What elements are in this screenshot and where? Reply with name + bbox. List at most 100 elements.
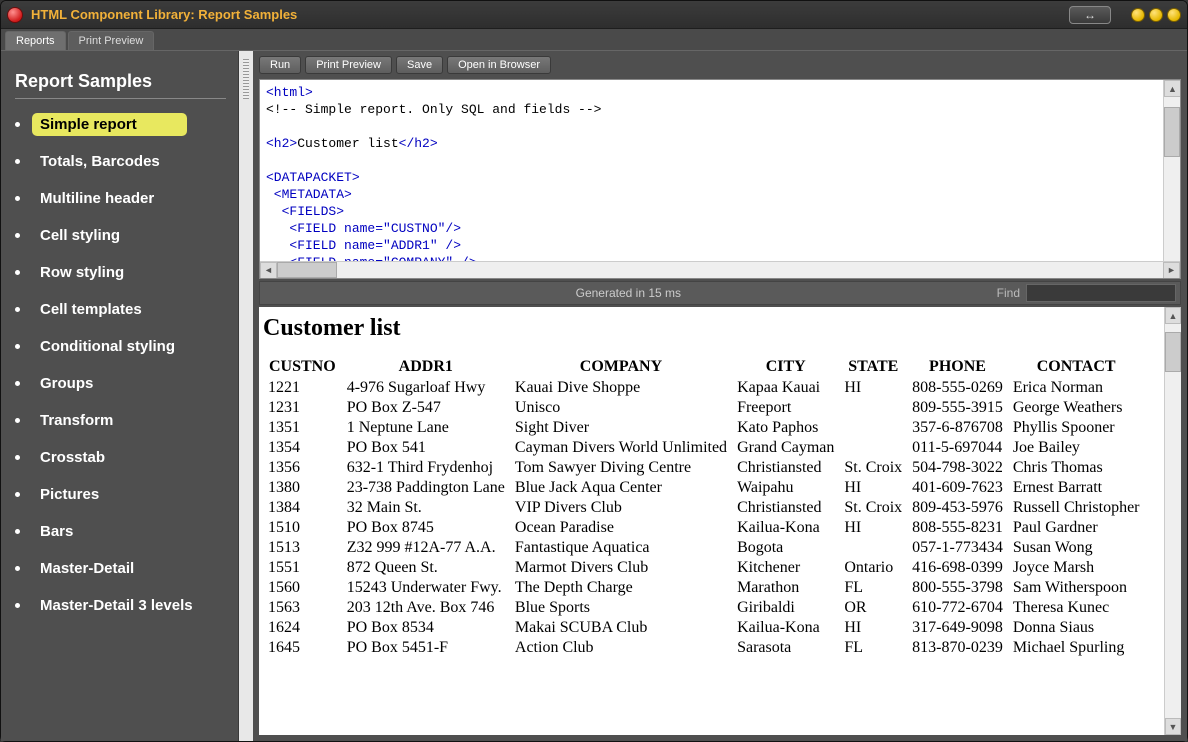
titlebar[interactable]: HTML Component Library: Report Samples ↔ <box>1 1 1187 29</box>
expand-button[interactable]: ↔ <box>1069 6 1111 24</box>
column-header: COMPANY <box>510 356 732 378</box>
sidebar-item[interactable]: Conditional styling <box>15 335 226 358</box>
table-row: 1513Z32 999 #12A-77 A.A.Fantastique Aqua… <box>263 538 1145 558</box>
cell: Tom Sawyer Diving Centre <box>510 458 732 478</box>
scroll-down-icon[interactable]: ▼ <box>1165 718 1181 735</box>
cell: 800-555-3798 <box>907 578 1008 598</box>
cell: Erica Norman <box>1008 378 1145 398</box>
sidebar-item[interactable]: Groups <box>15 372 226 395</box>
cell: Ontario <box>839 558 907 578</box>
vscroll-thumb[interactable] <box>1164 107 1180 157</box>
cell: Blue Sports <box>510 598 732 618</box>
code-editor[interactable]: <html> <!-- Simple report. Only SQL and … <box>259 79 1181 279</box>
splitter-vertical[interactable] <box>239 51 253 741</box>
open-in-browser-button[interactable]: Open in Browser <box>447 56 551 74</box>
sidebar-item[interactable]: Transform <box>15 409 226 432</box>
cell: 504-798-3022 <box>907 458 1008 478</box>
cell: Chris Thomas <box>1008 458 1145 478</box>
scroll-left-icon[interactable]: ◄ <box>260 262 277 279</box>
cell: PO Box 8745 <box>342 518 510 538</box>
tab-reports[interactable]: Reports <box>5 31 66 50</box>
run-button[interactable]: Run <box>259 56 301 74</box>
minimize-icon[interactable] <box>1131 8 1145 22</box>
cell: 1221 <box>263 378 342 398</box>
cell: Freeport <box>732 398 839 418</box>
table-row: 1624PO Box 8534Makai SCUBA ClubKailua-Ko… <box>263 618 1145 638</box>
cell: George Weathers <box>1008 398 1145 418</box>
cell: Michael Spurling <box>1008 638 1145 658</box>
sidebar-item[interactable]: Row styling <box>15 261 226 284</box>
sidebar-item[interactable]: Pictures <box>15 483 226 506</box>
close-icon[interactable] <box>1167 8 1181 22</box>
table-row: 1510PO Box 8745Ocean ParadiseKailua-Kona… <box>263 518 1145 538</box>
table-row: 1563203 12th Ave. Box 746Blue SportsGiri… <box>263 598 1145 618</box>
cell: 813-870-0239 <box>907 638 1008 658</box>
maximize-icon[interactable] <box>1149 8 1163 22</box>
cell: 203 12th Ave. Box 746 <box>342 598 510 618</box>
report-table: CUSTNOADDR1COMPANYCITYSTATEPHONECONTACT … <box>263 356 1145 658</box>
code-hscroll[interactable]: ◄ ► <box>260 261 1180 278</box>
cell: 809-555-3915 <box>907 398 1008 418</box>
cell: 357-6-876708 <box>907 418 1008 438</box>
find-input[interactable] <box>1026 284 1176 302</box>
sidebar-item[interactable]: Simple report <box>15 113 226 136</box>
hscroll-thumb[interactable] <box>277 262 337 278</box>
table-row: 138432 Main St.VIP Divers ClubChristians… <box>263 498 1145 518</box>
cell: 401-609-7623 <box>907 478 1008 498</box>
scroll-up-icon[interactable]: ▲ <box>1164 80 1181 97</box>
cell: 317-649-9098 <box>907 618 1008 638</box>
cell: Joe Bailey <box>1008 438 1145 458</box>
sidebar-item-label: Groups <box>32 372 101 395</box>
cell: St. Croix <box>839 498 907 518</box>
cell: 1551 <box>263 558 342 578</box>
print-preview-button[interactable]: Print Preview <box>305 56 392 74</box>
preview-pane: Customer list CUSTNOADDR1COMPANYCITYSTAT… <box>259 307 1164 735</box>
sidebar-item[interactable]: Master-Detail 3 levels <box>15 594 226 617</box>
cell: The Depth Charge <box>510 578 732 598</box>
cell: 1356 <box>263 458 342 478</box>
scroll-right-icon[interactable]: ► <box>1163 262 1180 279</box>
cell: 1354 <box>263 438 342 458</box>
sidebar-item[interactable]: Bars <box>15 520 226 543</box>
column-header: ADDR1 <box>342 356 510 378</box>
bullet-icon <box>15 270 20 275</box>
bullet-icon <box>15 381 20 386</box>
cell: PO Box Z-547 <box>342 398 510 418</box>
cell: 808-555-0269 <box>907 378 1008 398</box>
cell: Sarasota <box>732 638 839 658</box>
cell: Ocean Paradise <box>510 518 732 538</box>
cell: Kato Paphos <box>732 418 839 438</box>
preview-vscroll[interactable]: ▲ ▼ <box>1164 307 1181 735</box>
cell: Action Club <box>510 638 732 658</box>
cell: 4-976 Sugarloaf Hwy <box>342 378 510 398</box>
tabbar: Reports Print Preview <box>1 29 1187 51</box>
sidebar-item[interactable]: Cell templates <box>15 298 226 321</box>
sidebar-item[interactable]: Cell styling <box>15 224 226 247</box>
code-vscroll[interactable]: ▲ <box>1163 80 1180 261</box>
scroll-up-icon[interactable]: ▲ <box>1165 307 1181 324</box>
bullet-icon <box>15 344 20 349</box>
bullet-icon <box>15 196 20 201</box>
cell: Grand Cayman <box>732 438 839 458</box>
cell: PO Box 541 <box>342 438 510 458</box>
cell: Paul Gardner <box>1008 518 1145 538</box>
cell: HI <box>839 478 907 498</box>
table-row: 12214-976 Sugarloaf HwyKauai Dive Shoppe… <box>263 378 1145 398</box>
tab-print-preview[interactable]: Print Preview <box>68 31 155 50</box>
sidebar-item[interactable]: Multiline header <box>15 187 226 210</box>
cell <box>839 418 907 438</box>
cell: Fantastique Aquatica <box>510 538 732 558</box>
save-button[interactable]: Save <box>396 56 443 74</box>
cell: 1 Neptune Lane <box>342 418 510 438</box>
vscroll-thumb[interactable] <box>1165 332 1181 372</box>
sidebar-item-label: Master-Detail <box>32 557 142 580</box>
sidebar-item[interactable]: Totals, Barcodes <box>15 150 226 173</box>
cell: 1384 <box>263 498 342 518</box>
sidebar-item[interactable]: Master-Detail <box>15 557 226 580</box>
sidebar-item[interactable]: Crosstab <box>15 446 226 469</box>
bullet-icon <box>15 455 20 460</box>
cell: PO Box 8534 <box>342 618 510 638</box>
cell: Giribaldi <box>732 598 839 618</box>
sidebar-item-label: Transform <box>32 409 121 432</box>
table-row: 156015243 Underwater Fwy.The Depth Charg… <box>263 578 1145 598</box>
